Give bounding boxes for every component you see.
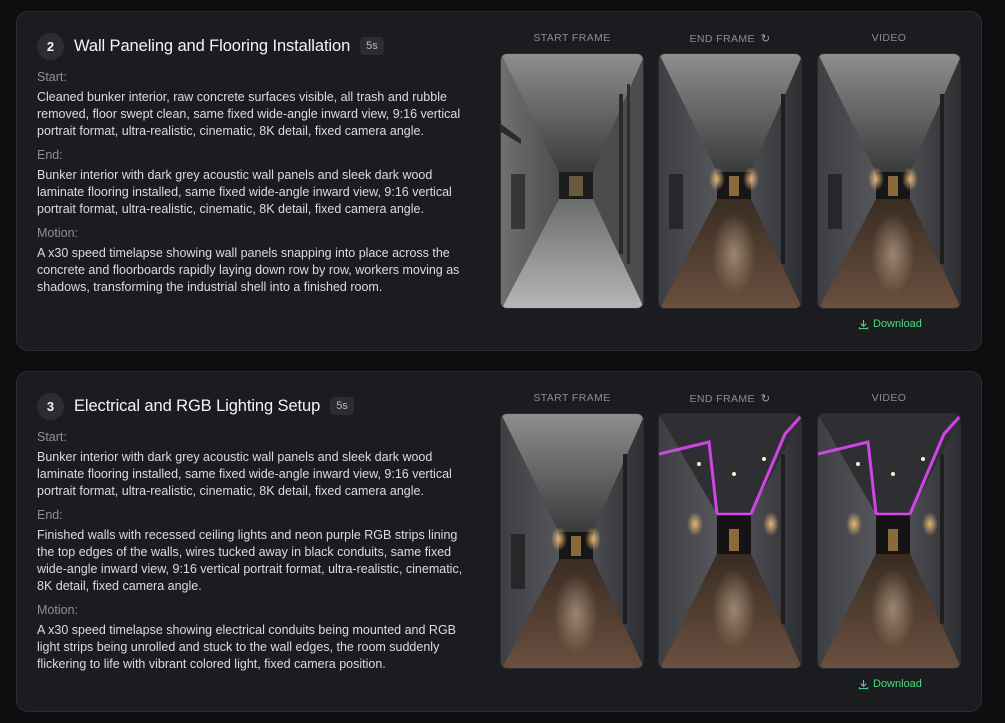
motion-text: A x30 speed timelapse showing wall panel… (37, 246, 460, 294)
step-header: 2 Wall Paneling and Flooring Installatio… (37, 32, 477, 60)
end-frame-header: END FRAME ↻ (689, 392, 771, 406)
start-text: Cleaned bunker interior, raw concrete su… (37, 90, 461, 138)
video-header: VIDEO (871, 392, 907, 404)
end-frame-thumbnail[interactable] (658, 53, 802, 309)
step-card: 3 Electrical and RGB Lighting Setup 5s S… (16, 371, 982, 712)
download-icon (858, 679, 869, 689)
motion-label: Motion: (37, 603, 78, 617)
step-description: 2 Wall Paneling and Flooring Installatio… (37, 32, 477, 296)
step-number-badge: 3 (37, 392, 64, 420)
download-label: Download (873, 678, 922, 690)
step-header: 3 Electrical and RGB Lighting Setup 5s (37, 392, 477, 420)
regenerate-icon[interactable]: ↻ (761, 32, 771, 45)
start-label: Start: (37, 430, 67, 444)
video-header: VIDEO (871, 32, 907, 44)
motion-label: Motion: (37, 226, 78, 240)
end-text: Bunker interior with dark grey acoustic … (37, 168, 452, 216)
step-card: 2 Wall Paneling and Flooring Installatio… (16, 11, 982, 351)
start-label: Start: (37, 70, 67, 84)
start-frame-header: START FRAME (533, 392, 611, 404)
frames-panel: START FRAME END FRAME ↻ VIDEO Download (500, 392, 962, 690)
motion-text: A x30 speed timelapse showing electrical… (37, 623, 457, 671)
start-frame-thumbnail[interactable] (500, 413, 644, 669)
duration-badge: 5s (360, 37, 384, 55)
start-frame-thumbnail[interactable] (500, 53, 644, 309)
duration-badge: 5s (330, 397, 354, 415)
download-icon (858, 319, 869, 329)
download-label: Download (873, 318, 922, 330)
end-text: Finished walls with recessed ceiling lig… (37, 528, 463, 593)
download-link[interactable]: Download (858, 318, 922, 330)
step-description: 3 Electrical and RGB Lighting Setup 5s S… (37, 392, 477, 673)
step-number-badge: 2 (37, 32, 64, 60)
frames-panel: START FRAME END FRAME ↻ VIDEO Download (500, 32, 962, 330)
video-thumbnail[interactable] (817, 413, 961, 669)
video-thumbnail[interactable] (817, 53, 961, 309)
start-frame-header: START FRAME (533, 32, 611, 44)
step-title: Wall Paneling and Flooring Installation (74, 36, 351, 55)
end-frame-header: END FRAME ↻ (689, 32, 771, 46)
end-label: End: (37, 148, 63, 162)
download-link[interactable]: Download (858, 678, 922, 690)
regenerate-icon[interactable]: ↻ (761, 392, 771, 405)
end-frame-thumbnail[interactable] (658, 413, 802, 669)
step-title: Electrical and RGB Lighting Setup (74, 396, 321, 415)
start-text: Bunker interior with dark grey acoustic … (37, 450, 452, 498)
end-label: End: (37, 508, 63, 522)
